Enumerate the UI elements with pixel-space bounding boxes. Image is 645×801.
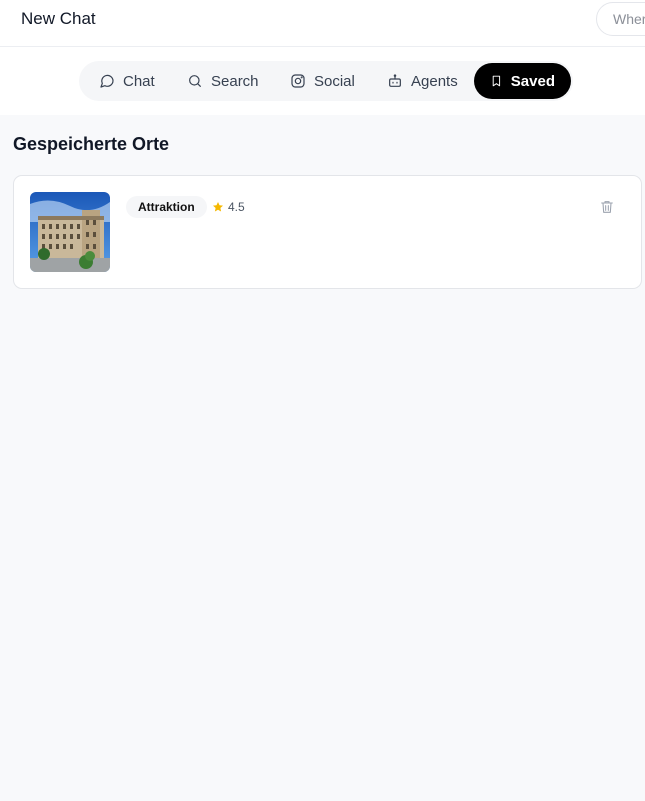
tab-social-label: Social (314, 72, 355, 90)
page-title: Gespeicherte Orte (13, 134, 170, 154)
nav-area: Chat Search Social Agents Saved (0, 47, 645, 115)
tab-agents-label: Agents (411, 72, 458, 90)
star-icon (213, 202, 223, 212)
category-badge: Attraktion (126, 196, 207, 218)
tab-chat[interactable]: Chat (83, 63, 171, 99)
chat-title[interactable]: New Chat (21, 9, 96, 29)
place-thumbnail[interactable] (30, 192, 110, 272)
tab-bar: Chat Search Social Agents Saved (79, 61, 573, 101)
search-icon (189, 75, 201, 87)
saved-place-card[interactable]: Attraktion 4.5 (13, 175, 642, 289)
delete-button[interactable] (599, 199, 617, 217)
instagram-icon (291, 74, 305, 88)
tab-saved[interactable]: Saved (474, 63, 571, 99)
trash-icon (601, 201, 613, 213)
tab-social[interactable]: Social (274, 63, 371, 99)
tab-saved-label: Saved (510, 72, 555, 90)
top-bar: New Chat Wher (0, 0, 645, 47)
tab-agents[interactable]: Agents (371, 63, 474, 99)
message-circle-icon (100, 74, 114, 88)
rating-value: 4.5 (228, 200, 245, 214)
bot-icon (389, 74, 401, 87)
tab-chat-label: Chat (123, 72, 155, 90)
tab-search-label: Search (211, 72, 259, 90)
location-input[interactable]: Wher (596, 2, 645, 36)
rating: 4.5 (212, 196, 245, 218)
tab-search[interactable]: Search (171, 63, 275, 99)
bookmark-icon (492, 75, 501, 87)
